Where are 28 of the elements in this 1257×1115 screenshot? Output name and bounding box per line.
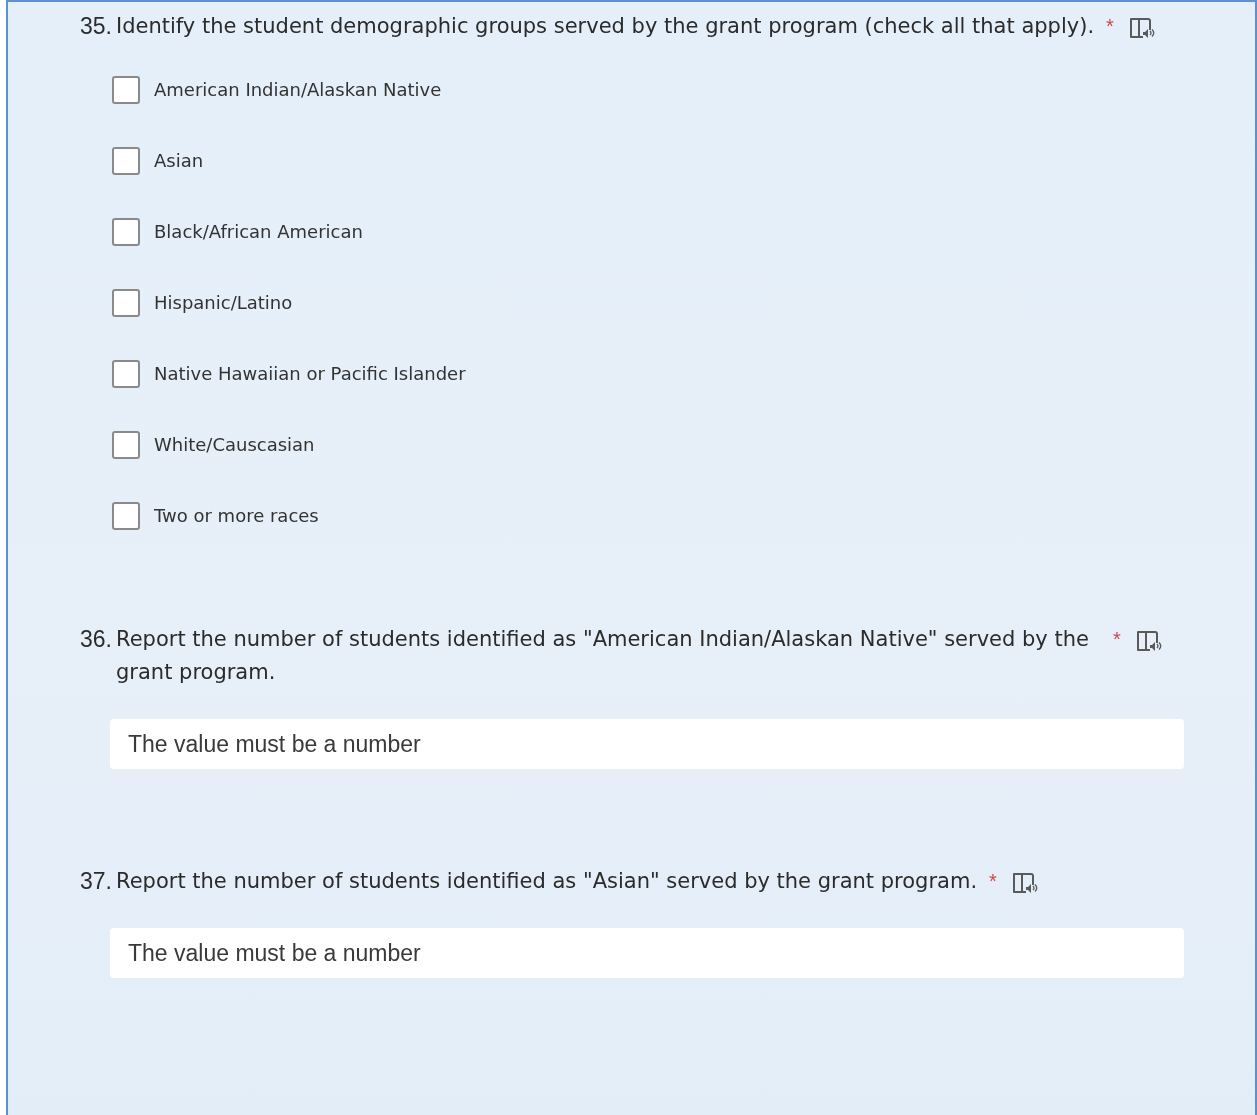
question-title: Report the number of students identified as "American Indian/Alaskan Native" served by the grant program. <box>116 626 1090 686</box>
immersive-reader-icon[interactable] <box>1127 16 1155 41</box>
required-mark: * <box>1113 629 1121 649</box>
option-label: White/Causcasian <box>154 433 315 457</box>
question-number: 36. <box>80 625 113 654</box>
option-label: American Indian/Alaskan Native <box>154 78 442 102</box>
required-mark: * <box>989 871 997 891</box>
question-number: 35. <box>80 12 113 41</box>
checkbox[interactable] <box>112 289 140 317</box>
option-label: Asian <box>154 149 204 173</box>
input-field[interactable]: The value must be a number <box>110 928 1184 978</box>
checkbox[interactable] <box>112 76 140 104</box>
checkbox[interactable] <box>112 431 140 459</box>
required-mark: * <box>1106 16 1114 36</box>
input-field[interactable]: The value must be a number <box>110 719 1184 769</box>
question-title: Identify the student demographic groups served by the grant program (check all that apply). <box>116 13 1095 40</box>
checkbox[interactable] <box>112 502 140 530</box>
immersive-reader-icon[interactable] <box>1010 871 1038 896</box>
question-number: 37. <box>80 867 113 896</box>
immersive-reader-icon[interactable] <box>1134 629 1162 654</box>
option-label: Hispanic/Latino <box>154 291 293 315</box>
checkbox[interactable] <box>112 360 140 388</box>
option-label: Native Hawaiian or Pacific Islander <box>154 362 466 386</box>
option-label: Black/African American <box>154 220 363 244</box>
option-label: Two or more races <box>154 504 319 528</box>
question-title: Report the number of students identified as "Asian" served by the grant program. <box>116 868 978 895</box>
checkbox[interactable] <box>112 147 140 175</box>
checkbox[interactable] <box>112 218 140 246</box>
